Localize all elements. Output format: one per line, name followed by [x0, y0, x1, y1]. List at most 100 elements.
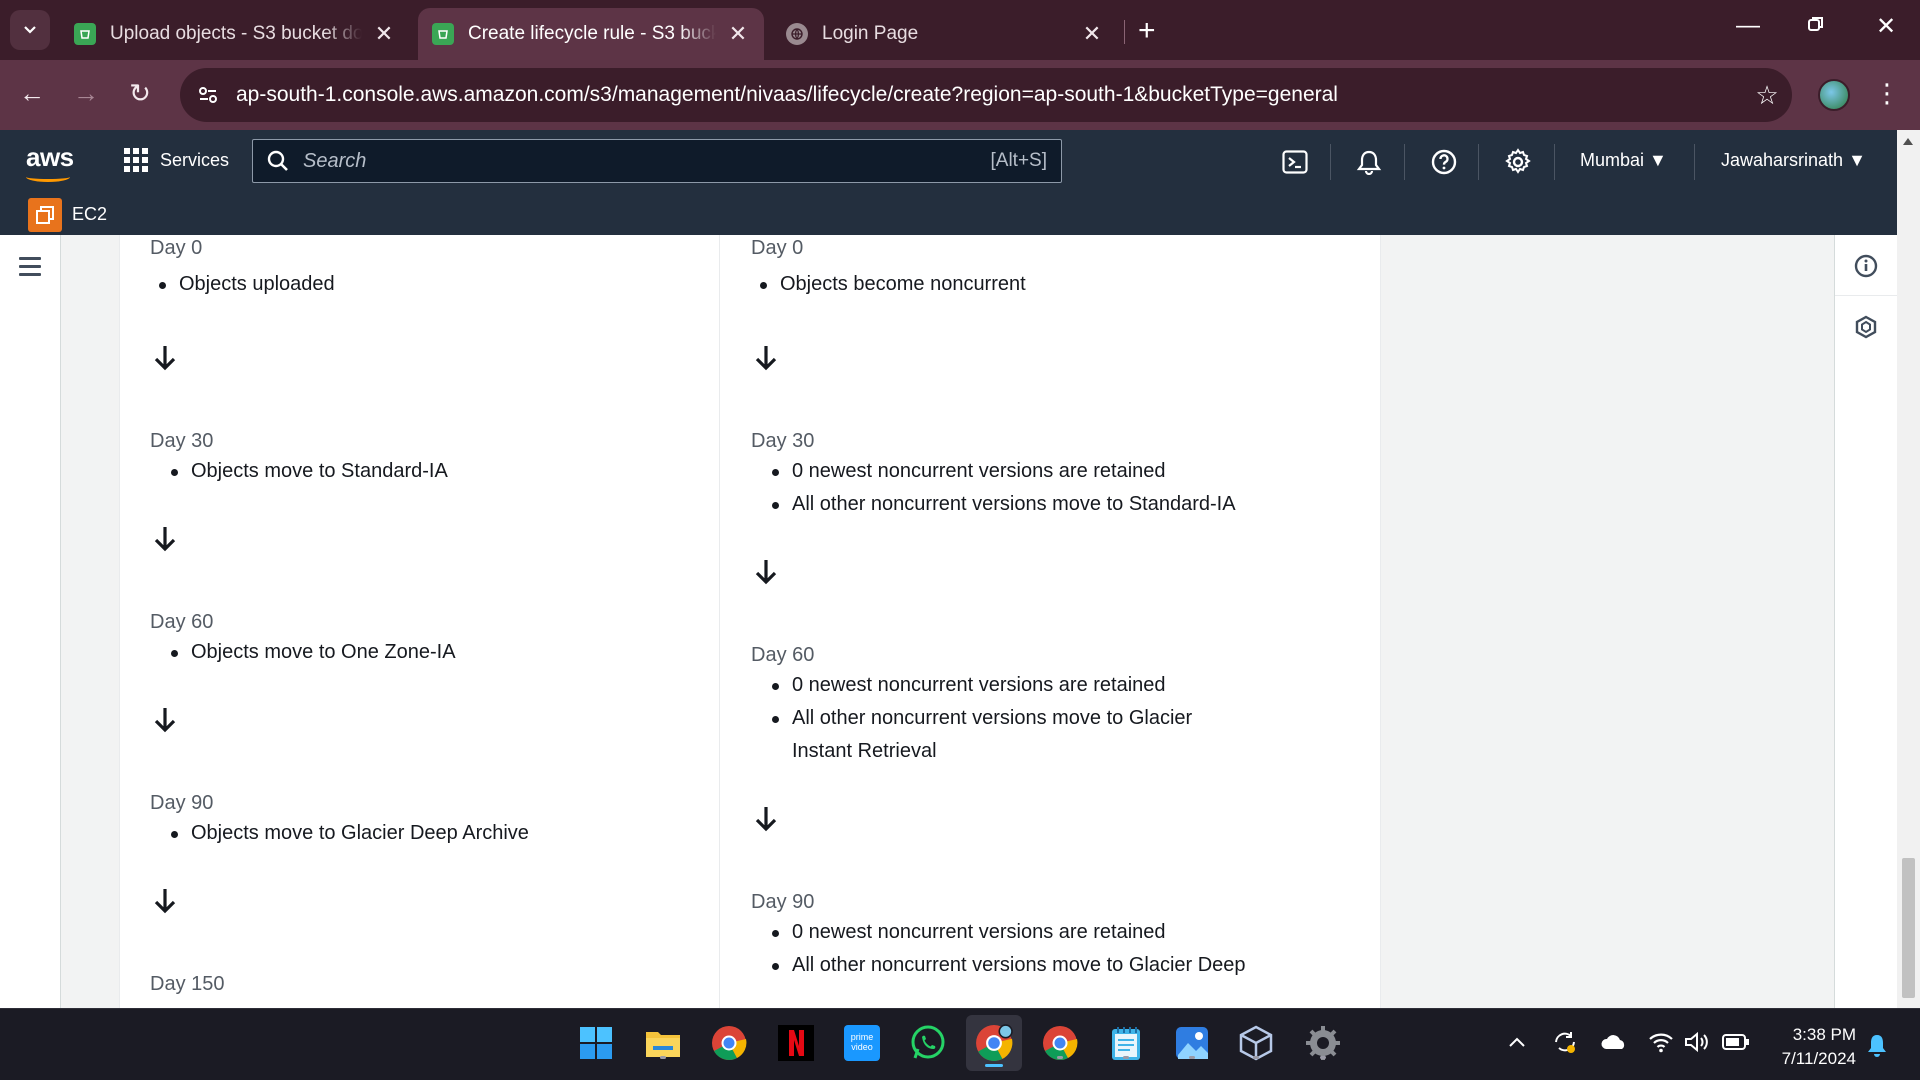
prime-video-icon[interactable]: prime video	[842, 1023, 882, 1063]
forward-arrow-icon[interactable]: →	[68, 78, 104, 109]
timeline-day-label: Day 60	[751, 644, 815, 666]
minimize-icon[interactable]: —	[1728, 12, 1768, 40]
tab-login-page[interactable]: Login Page ✕	[772, 8, 1118, 60]
url-text[interactable]: ap-south-1.console.aws.amazon.com/s3/man…	[236, 83, 1742, 107]
page-scrollbar[interactable]	[1897, 130, 1920, 1008]
help-icon[interactable]	[1429, 147, 1459, 177]
timeline-actions: Objects move to Glacier Deep Archive	[171, 817, 529, 850]
services-menu-button[interactable]: Services	[124, 148, 229, 172]
close-tab-icon[interactable]: ✕	[726, 21, 750, 47]
lifecycle-timeline-panel: Day 0 Objects uploaded Day 30 Objects mo…	[119, 235, 1381, 1008]
active-indicator	[985, 1064, 1003, 1067]
browser-menu-icon[interactable]: ⋮	[1874, 78, 1900, 109]
search-icon	[253, 150, 303, 172]
running-indicator	[1189, 1056, 1195, 1059]
restore-icon[interactable]	[1796, 12, 1836, 40]
profile-avatar[interactable]	[1818, 79, 1850, 111]
account-menu[interactable]: Jawaharsrinath ▼	[1721, 150, 1866, 171]
timeline-action-item: All other noncurrent versions move to Gl…	[772, 949, 1246, 982]
search-shortcut-hint: [Alt+S]	[990, 150, 1048, 171]
timeline-action-item: Objects move to One Zone-IA	[171, 636, 456, 669]
arrow-down-icon	[154, 889, 176, 914]
scroll-up-arrow-icon[interactable]	[1903, 138, 1913, 145]
battery-icon[interactable]	[1722, 1033, 1750, 1057]
arrow-down-icon	[154, 708, 176, 733]
info-icon[interactable]	[1854, 254, 1878, 278]
region-selector[interactable]: Mumbai ▼	[1580, 150, 1667, 171]
reload-icon[interactable]: ↻	[122, 78, 158, 109]
virtualbox-icon[interactable]	[1236, 1023, 1276, 1063]
ec2-service-icon[interactable]	[28, 198, 62, 232]
show-hidden-icons-chevron-icon[interactable]	[1508, 1031, 1526, 1054]
tools-rail	[1834, 235, 1897, 1008]
back-arrow-icon[interactable]: ←	[14, 78, 50, 109]
bookmark-star-icon[interactable]: ☆	[1742, 80, 1792, 111]
file-explorer-icon[interactable]	[643, 1023, 683, 1063]
aws-logo[interactable]: aws	[26, 142, 74, 173]
browser-toolbar: ← → ↻ ap-south-1.console.aws.amazon.com/…	[0, 60, 1920, 130]
services-label: Services	[160, 149, 230, 170]
address-bar[interactable]: ap-south-1.console.aws.amazon.com/s3/man…	[180, 68, 1792, 122]
timeline-action-item: Objects move to Glacier Deep Archive	[171, 817, 529, 850]
notification-bell-icon[interactable]	[1866, 1033, 1888, 1063]
grid-icon	[124, 148, 148, 172]
current-versions-timeline: Day 0 Objects uploaded Day 30 Objects mo…	[120, 235, 720, 1008]
s3-bucket-icon	[74, 23, 96, 45]
photos-app-icon[interactable]	[1172, 1023, 1212, 1063]
timeline-actions: 0 newest noncurrent versions are retaine…	[772, 455, 1236, 521]
tab-divider	[1124, 20, 1125, 44]
system-clock[interactable]: 3:38 PM 7/11/2024	[1770, 1023, 1856, 1071]
timeline-day-label: Day 0	[150, 237, 203, 259]
wifi-icon[interactable]	[1648, 1031, 1674, 1059]
settings-gear-icon[interactable]	[1503, 147, 1533, 177]
site-info-icon[interactable]	[180, 86, 236, 104]
amazon-q-icon[interactable]	[1854, 315, 1878, 339]
volume-icon[interactable]	[1684, 1031, 1712, 1059]
search-input[interactable]: Search [Alt+S]	[252, 139, 1062, 183]
settings-app-icon[interactable]	[1303, 1023, 1343, 1063]
whatsapp-icon[interactable]	[908, 1023, 948, 1063]
notepad-icon[interactable]	[1106, 1023, 1146, 1063]
chrome-profile-active-icon[interactable]	[966, 1015, 1022, 1071]
close-tab-icon[interactable]: ✕	[1080, 21, 1104, 47]
timeline-action-item: 0 newest noncurrent versions are retaine…	[772, 455, 1236, 488]
rail-divider	[1835, 295, 1897, 296]
close-tab-icon[interactable]: ✕	[372, 21, 396, 47]
timeline-action-item: Objects become noncurrent	[760, 268, 1026, 301]
svg-text:video: video	[851, 1042, 873, 1052]
svg-text:prime: prime	[851, 1032, 874, 1042]
running-indicator	[1057, 1056, 1063, 1059]
windows-taskbar: prime video 3:38 PM 7/11/2024	[0, 1008, 1920, 1080]
tab-create-lifecycle-rule[interactable]: Create lifecycle rule - S3 bucket ✕	[418, 8, 764, 60]
chrome-icon[interactable]	[709, 1023, 749, 1063]
tab-upload-objects[interactable]: Upload objects - S3 bucket dog ✕	[60, 8, 410, 60]
scrollbar-thumb[interactable]	[1902, 858, 1915, 998]
onedrive-cloud-icon[interactable]	[1600, 1033, 1628, 1057]
arrow-down-icon	[154, 346, 176, 371]
new-tab-button[interactable]: +	[1138, 14, 1156, 48]
running-indicator	[1253, 1056, 1259, 1059]
close-window-icon[interactable]: ✕	[1866, 12, 1906, 41]
timeline-actions: 0 newest noncurrent versions are retaine…	[772, 669, 1242, 768]
notifications-bell-icon[interactable]	[1354, 147, 1384, 177]
timeline-day-label: Day 30	[751, 430, 815, 452]
netflix-icon[interactable]	[776, 1023, 816, 1063]
sync-icon[interactable]	[1552, 1029, 1578, 1061]
header-divider	[1404, 144, 1405, 180]
favorite-ec2-link[interactable]: EC2	[72, 204, 107, 225]
favorites-bar: EC2	[0, 192, 1897, 235]
timeline-actions: Objects uploaded	[159, 268, 335, 301]
timeline-day-label: Day 90	[150, 792, 214, 814]
windows-start-icon[interactable]	[576, 1023, 616, 1063]
aws-console-header: aws Services Search [Alt+S] Mumbai ▼ Jaw…	[0, 130, 1897, 235]
header-divider	[1478, 144, 1479, 180]
cloudshell-icon[interactable]	[1280, 147, 1310, 177]
chrome-secondary-icon[interactable]	[1040, 1023, 1080, 1063]
chevron-down-icon	[24, 26, 36, 34]
timeline-action-item: All other noncurrent versions move to St…	[772, 488, 1236, 521]
timeline-action-item: Objects move to Standard-IA	[171, 455, 448, 488]
tab-search-button[interactable]	[10, 10, 50, 50]
clock-time: 3:38 PM	[1792, 1025, 1856, 1044]
timeline-actions: 0 newest noncurrent versions are retaine…	[772, 916, 1246, 982]
hamburger-menu-icon[interactable]	[19, 257, 41, 281]
